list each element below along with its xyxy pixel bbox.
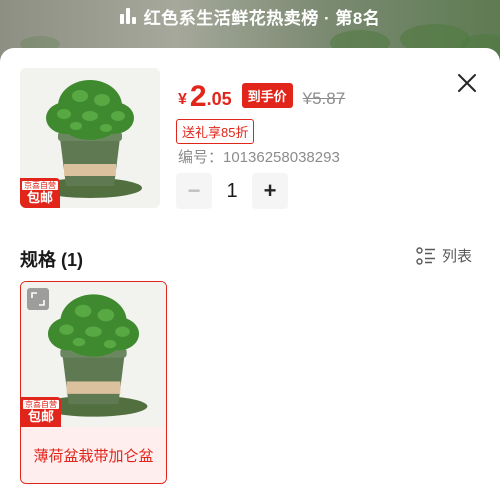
gift-discount-tag: 送礼享85折 (176, 119, 255, 144)
rank-banner[interactable]: 红色系生活鲜花热卖榜 · 第8名 (0, 0, 500, 32)
list-view-toggle[interactable]: 列表 (416, 245, 472, 266)
list-view-icon (416, 246, 435, 265)
expand-icon[interactable] (27, 288, 49, 310)
spec-option-image: 京喜自营 包邮 (21, 282, 166, 427)
price-row: ¥ 2 .05 到手价 ¥5.87 (178, 76, 345, 112)
quantity-stepper: − 1 + (176, 173, 288, 209)
close-icon (458, 74, 476, 92)
spec-option-card[interactable]: 京喜自营 包邮 薄荷盆栽带加仑盆 (20, 281, 167, 484)
rank-banner-text: 红色系生活鲜花热卖榜 · 第8名 (143, 8, 381, 28)
close-button[interactable] (454, 70, 480, 96)
price-integer: 2 (189, 80, 207, 113)
product-sheet: 京喜自营 包邮 ¥ 2 .05 到手价 ¥5.87 送礼享85折 编号：1013… (0, 48, 500, 490)
original-price: ¥5.87 (302, 89, 346, 108)
bar-chart-icon (119, 8, 136, 24)
price-symbol: ¥ (178, 91, 187, 108)
minus-icon: − (187, 178, 201, 203)
product-thumbnail[interactable]: 京喜自营 包邮 (20, 68, 160, 208)
spec-option-label: 薄荷盆栽带加仑盆 (21, 427, 166, 483)
spec-section-title: 规格 (1) (20, 250, 83, 270)
price-decimal: .05 (206, 89, 232, 109)
sku-code: 编号：10136258038293 (178, 149, 340, 166)
final-price-tag: 到手价 (241, 83, 293, 108)
plus-icon: + (263, 178, 277, 203)
free-shipping-badge: 京喜自营 包邮 (20, 178, 60, 208)
list-view-label: 列表 (442, 248, 473, 265)
free-shipping-badge: 京喜自营 包邮 (21, 397, 61, 427)
quantity-value[interactable]: 1 (212, 180, 252, 203)
increase-button[interactable]: + (252, 173, 288, 209)
decrease-button[interactable]: − (176, 173, 212, 209)
